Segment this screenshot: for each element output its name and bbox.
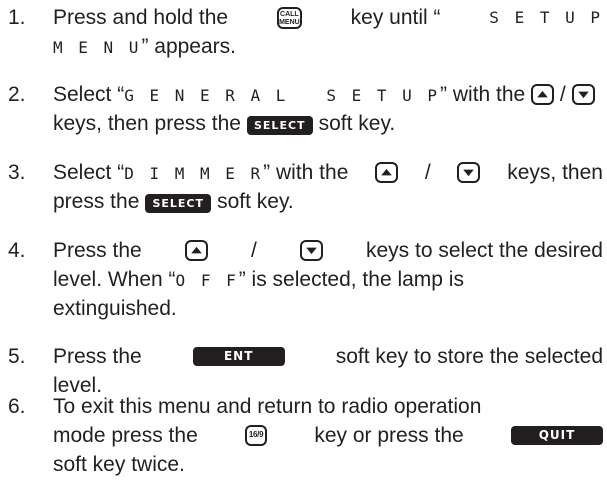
step-line: soft key twice. xyxy=(53,453,185,476)
slash: / xyxy=(559,83,566,106)
step-number: 2. xyxy=(8,83,26,106)
step-number: 1. xyxy=(8,6,26,29)
step-text: ” appears. xyxy=(141,35,236,58)
step-line: mode press the 16/9 key or press the QUI… xyxy=(53,421,603,450)
lcd-text: G E N E R A L S E T U P xyxy=(124,86,441,105)
step-text: key or press the xyxy=(314,424,464,447)
step-text: press the xyxy=(53,190,140,213)
step-number: 3. xyxy=(8,161,26,184)
step-text: soft key to store the selected xyxy=(335,345,603,368)
step-line: Press the / keys to select the desired xyxy=(53,236,603,265)
ent-soft-key-icon: ENT xyxy=(192,347,285,366)
step-line: To exit this menu and return to radio op… xyxy=(53,395,482,418)
step-text: Select “ xyxy=(53,83,125,106)
step-line: M E N U” appears. xyxy=(53,32,603,61)
step-text: ” is selected, the lamp is xyxy=(238,267,464,291)
step-line: keys, then press the SELECT soft key. xyxy=(53,109,603,138)
up-arrow-key-icon xyxy=(375,162,399,183)
step-line: Select “D I M M E R” with the / keys, th… xyxy=(53,158,603,187)
step-text: Press the xyxy=(53,239,142,262)
call-menu-key-icon: CALL MENU xyxy=(276,6,302,29)
step-line: Press and hold the CALL MENU key until “ … xyxy=(53,3,603,32)
up-arrow-key-icon xyxy=(531,84,555,105)
step-text: Select “ xyxy=(53,160,125,184)
step-text: level. When “ xyxy=(53,267,176,291)
step-text: keys, then xyxy=(507,161,603,184)
step-number: 4. xyxy=(8,239,26,262)
step-text: Press and hold the xyxy=(53,6,229,29)
step-text: ” with the xyxy=(263,160,349,184)
step-text: keys to select the desired xyxy=(366,239,603,262)
16-9-key-icon: 16/9 xyxy=(245,425,268,446)
step-text: Press the xyxy=(53,345,142,368)
step-number: 6. xyxy=(8,395,26,418)
step-line: level. When “O F F” is selected, the lam… xyxy=(53,265,603,294)
quit-soft-key-icon: QUIT xyxy=(511,426,603,445)
down-arrow-key-icon xyxy=(299,240,323,261)
step-line: Press the ENT soft key to store the sele… xyxy=(53,342,603,371)
select-soft-key-icon: SELECT xyxy=(145,194,212,213)
down-arrow-key-icon xyxy=(571,84,595,105)
slash: / xyxy=(424,161,431,184)
down-arrow-key-icon xyxy=(457,162,481,183)
step-text: ” with the xyxy=(440,83,526,106)
step-text: soft key. xyxy=(217,190,294,213)
select-soft-key-icon: SELECT xyxy=(246,116,313,135)
lcd-text: D I M M E R xyxy=(124,163,264,183)
step-line: extinguished. xyxy=(53,297,177,320)
up-arrow-key-icon xyxy=(184,240,208,261)
step-text: keys, then press the xyxy=(53,112,241,135)
lcd-text: S E T U P xyxy=(489,8,603,27)
step-line: Select “G E N E R A L S E T U P” with th… xyxy=(53,80,603,109)
step-line: press the SELECT soft key. xyxy=(53,187,603,216)
lcd-text: M E N U xyxy=(53,38,142,57)
step-text: mode press the xyxy=(53,424,198,447)
step-text: key until “ xyxy=(350,6,441,29)
step-text: soft key. xyxy=(318,112,396,135)
slash: / xyxy=(250,239,257,262)
lcd-text: O F F xyxy=(175,270,239,290)
step-number: 5. xyxy=(8,345,26,368)
